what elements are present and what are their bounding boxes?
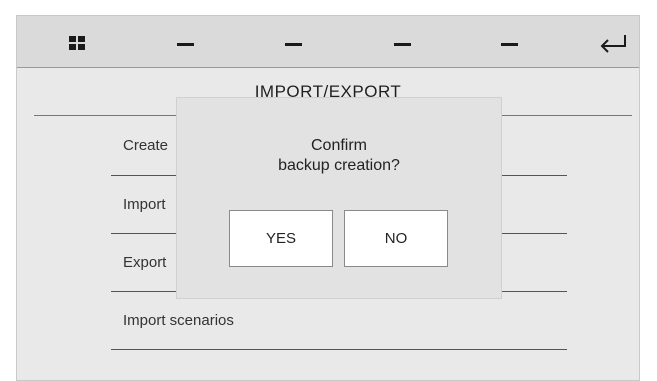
dash-icon[interactable] bbox=[285, 43, 302, 46]
dash-icon[interactable] bbox=[177, 43, 194, 46]
dash-icon[interactable] bbox=[501, 43, 518, 46]
menu-item-import-scenarios[interactable]: Import scenarios bbox=[111, 292, 567, 350]
no-button[interactable]: NO bbox=[344, 210, 448, 267]
dialog-message-line2: backup creation? bbox=[278, 157, 400, 174]
return-arrow-icon[interactable] bbox=[598, 33, 628, 55]
dialog-message-line1: Confirm bbox=[310, 137, 367, 154]
grid-icon[interactable] bbox=[69, 36, 86, 50]
yes-button[interactable]: YES bbox=[229, 210, 333, 267]
confirm-dialog: Confirm backup creation? YES NO bbox=[177, 98, 501, 298]
dialog-message: Confirm backup creation? bbox=[177, 136, 501, 176]
device-screen: IMPORT/EXPORT Create Import Export Impor… bbox=[16, 15, 640, 381]
dash-icon[interactable] bbox=[394, 43, 411, 46]
top-navigation-bar bbox=[17, 16, 639, 68]
